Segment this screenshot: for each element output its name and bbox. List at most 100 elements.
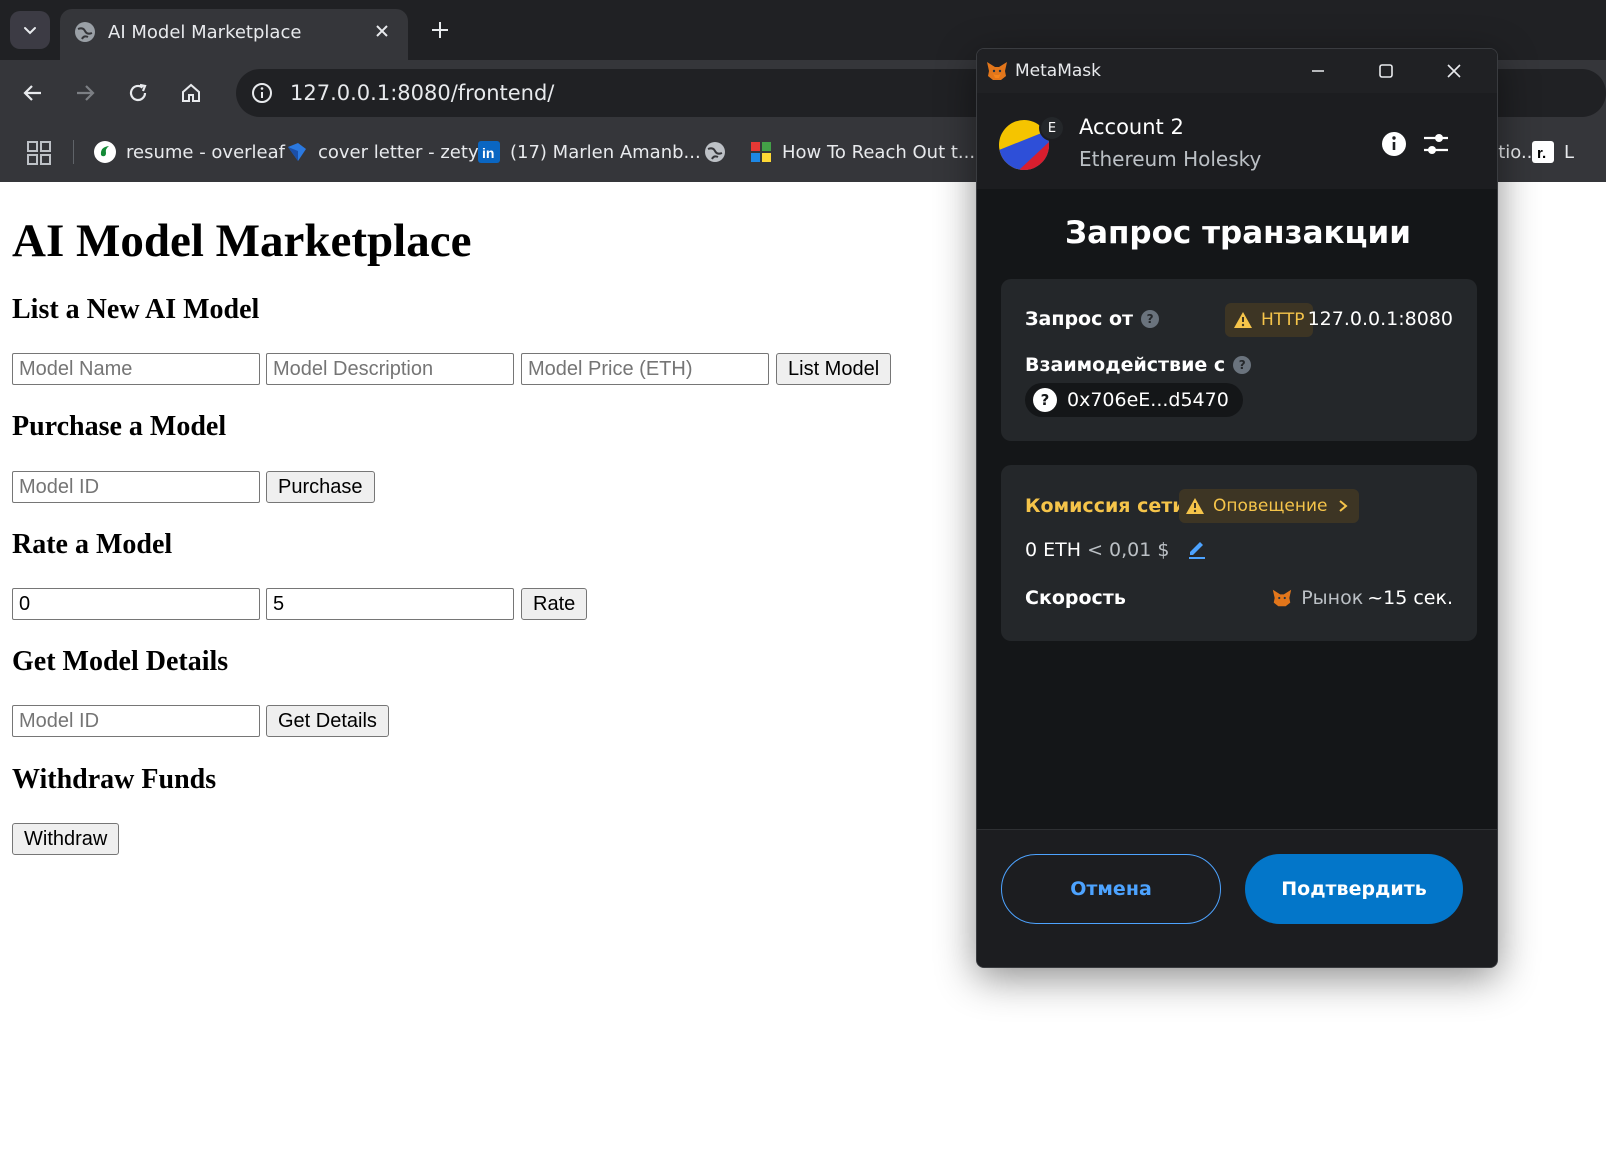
arrow-right-icon <box>77 85 95 101</box>
url-text[interactable]: 127.0.0.1:8080/frontend/ <box>290 81 554 105</box>
rating-input[interactable] <box>266 588 514 620</box>
bookmark-label: L <box>1564 141 1575 163</box>
close-icon <box>1447 64 1461 78</box>
transaction-request-heading: Запрос транзакции <box>1065 215 1411 251</box>
svg-text:r.: r. <box>1537 145 1546 162</box>
bookmark-label: (17) Marlen Amanb... <box>510 141 701 163</box>
withdraw-button[interactable]: Withdraw <box>12 823 120 855</box>
warning-icon <box>1186 498 1204 514</box>
account-header: E Account 2 Ethereum Holesky <box>977 93 1497 189</box>
close-icon <box>376 25 388 37</box>
back-button[interactable] <box>16 76 50 110</box>
account-name[interactable]: Account 2 <box>1079 115 1184 139</box>
model-name-input[interactable] <box>12 353 260 385</box>
rate-button[interactable]: Rate <box>521 588 588 620</box>
details-model-id-input[interactable] <box>12 705 260 737</box>
http-warning-badge: HTTP <box>1225 303 1313 337</box>
globe-icon <box>75 22 95 42</box>
active-tab[interactable]: AI Model Marketplace <box>60 9 408 60</box>
bookmark-label: cover letter - zety <box>318 141 479 163</box>
bookmark-linkedin[interactable]: in (17) Marlen Amanb... <box>478 138 701 166</box>
bookmark-overleaf[interactable]: resume - overleaf <box>94 138 285 166</box>
contract-address-pill[interactable]: ? 0x706eE...d5470 <box>1025 383 1243 417</box>
question-icon[interactable]: ? <box>1233 356 1252 374</box>
metamask-titlebar: MetaMask <box>977 49 1497 93</box>
minimize-button[interactable] <box>1303 57 1333 85</box>
purchase-button[interactable]: Purchase <box>266 471 375 503</box>
r-icon: r. <box>1532 141 1554 163</box>
app-grid-icon <box>750 141 772 163</box>
globe-icon <box>704 141 726 163</box>
home-button[interactable] <box>174 76 208 110</box>
speed-market: Рынок <box>1301 587 1364 609</box>
speed-value: Рынок ~15 сек. <box>1271 587 1453 609</box>
close-window-button[interactable] <box>1439 57 1469 85</box>
model-price-input[interactable] <box>521 353 769 385</box>
fee-amount-row: 0 ETH < 0,01 $ <box>1025 537 1208 561</box>
bookmarks-divider <box>73 140 74 164</box>
account-info-button[interactable] <box>1379 129 1409 159</box>
maximize-icon <box>1379 64 1393 78</box>
info-icon <box>1382 132 1406 156</box>
interacting-with-label: Взаимодействие с <box>1025 354 1226 376</box>
network-name: Ethereum Holesky <box>1079 147 1262 171</box>
question-icon[interactable]: ? <box>1141 310 1160 328</box>
speed-time: ~15 сек. <box>1367 587 1453 609</box>
metamask-fox-icon <box>987 62 1007 80</box>
bookmark-label: How To Reach Out t... <box>782 141 976 163</box>
fee-usd: < 0,01 $ <box>1087 539 1170 561</box>
zety-icon <box>286 141 308 163</box>
network-fee-label: Комиссия сети <box>1025 495 1186 517</box>
purchase-model-id-input[interactable] <box>12 471 260 503</box>
metamask-footer: Отмена Подтвердить <box>977 829 1497 967</box>
contract-address: 0x706eE...d5470 <box>1067 389 1229 411</box>
plus-icon <box>432 22 448 38</box>
sliders-icon <box>1424 134 1448 154</box>
request-origin: 127.0.0.1:8080 <box>1307 308 1453 330</box>
apps-grid-icon[interactable] <box>26 140 52 166</box>
alert-label: Оповещение <box>1213 496 1328 516</box>
tab-title: AI Model Marketplace <box>108 22 302 43</box>
network-fee-card: Комиссия сети Оповещение 0 ETH < 0,01 $ … <box>1001 465 1477 641</box>
tab-search-button[interactable] <box>10 11 50 49</box>
list-model-heading: List a New AI Model <box>12 294 260 325</box>
http-label: HTTP <box>1261 310 1305 330</box>
rate-model-heading: Rate a Model <box>12 529 173 560</box>
withdraw-heading: Withdraw Funds <box>12 764 217 795</box>
tab-close-button[interactable] <box>370 19 394 43</box>
metamask-window-title: MetaMask <box>1015 61 1101 81</box>
model-description-input[interactable] <box>266 353 514 385</box>
maximize-button[interactable] <box>1371 57 1401 85</box>
get-details-heading: Get Model Details <box>12 646 229 677</box>
network-badge-letter: E <box>1041 117 1063 139</box>
fee-eth: 0 ETH <box>1025 539 1082 561</box>
bookmark-zety[interactable]: cover letter - zety <box>286 138 479 166</box>
edit-pencil-icon[interactable] <box>1186 537 1208 559</box>
confirm-button[interactable]: Подтвердить <box>1245 854 1463 924</box>
reload-icon <box>129 83 147 102</box>
rate-model-id-input[interactable] <box>12 588 260 620</box>
chevron-down-icon <box>24 27 36 35</box>
chevron-right-icon <box>1339 500 1349 512</box>
network-badge: E <box>1039 115 1065 141</box>
bookmark-r[interactable]: r. L <box>1532 138 1574 166</box>
bookmark-how-to-reach-out[interactable]: How To Reach Out t... <box>750 138 975 166</box>
list-model-button[interactable]: List Model <box>776 353 892 385</box>
linkedin-icon: in <box>478 141 500 163</box>
bookmark-globe[interactable] <box>704 138 736 166</box>
new-tab-button[interactable] <box>424 14 456 46</box>
request-origin-card: Запрос от? HTTP 127.0.0.1:8080 Взаимодей… <box>1001 279 1477 441</box>
fox-icon <box>1273 589 1292 607</box>
speed-label: Скорость <box>1025 587 1126 609</box>
get-details-button[interactable]: Get Details <box>266 705 389 737</box>
cancel-button[interactable]: Отмена <box>1001 854 1221 924</box>
page-title: AI Model Marketplace <box>12 215 472 267</box>
site-info-button[interactable] <box>246 77 278 109</box>
home-icon <box>182 83 200 102</box>
interacting-with-row: Взаимодействие с? <box>1025 354 1252 376</box>
advanced-settings-button[interactable] <box>1421 129 1451 159</box>
reload-button[interactable] <box>121 76 155 110</box>
fee-alert-button[interactable]: Оповещение <box>1179 489 1360 523</box>
overleaf-icon <box>94 141 116 163</box>
forward-button[interactable] <box>68 76 102 110</box>
